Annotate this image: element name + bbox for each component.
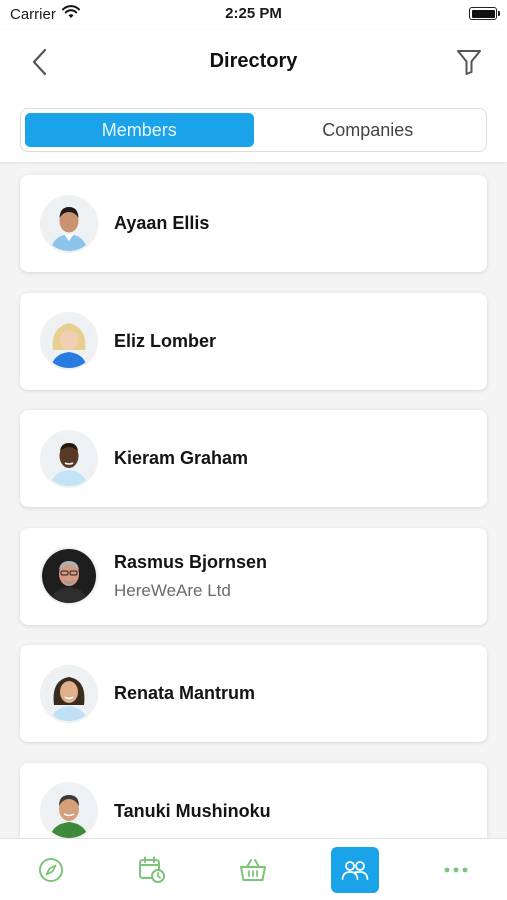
member-name: Eliz Lomber <box>114 330 217 351</box>
member-name: Rasmus Bjornsen <box>114 551 268 572</box>
avatar <box>40 194 98 253</box>
member-text: Eliz Lomber <box>114 293 216 390</box>
member-text: Kieram Graham <box>114 410 248 507</box>
people-icon <box>341 860 369 880</box>
battery-icon <box>469 7 500 20</box>
basket-icon <box>240 858 267 881</box>
member-text: Renata Mantrum <box>114 645 255 742</box>
avatar <box>40 782 98 840</box>
member-name: Tanuki Mushinoku <box>114 800 271 821</box>
member-card[interactable]: Rasmus Bjornsen HereWeAre Ltd <box>20 527 487 625</box>
status-bar: Carrier 2:25 PM <box>0 0 507 30</box>
member-card[interactable]: Eliz Lomber <box>20 292 487 390</box>
member-name: Kieram Graham <box>114 448 249 468</box>
member-name: Ayaan Ellis <box>114 213 210 233</box>
tab-bookings[interactable] <box>128 847 176 893</box>
segmented-control: Members Companies <box>20 108 487 152</box>
tab-companies[interactable]: Companies <box>254 113 483 147</box>
filter-button[interactable] <box>451 44 487 80</box>
tab-directory[interactable] <box>330 846 379 893</box>
header: Directory Members Companies <box>0 30 507 162</box>
compass-icon <box>38 857 63 882</box>
member-company: HereWeAre Ltd <box>114 580 231 600</box>
tab-explore[interactable] <box>27 847 75 893</box>
avatar <box>40 547 98 605</box>
tab-members[interactable]: Members <box>25 113 254 147</box>
calendar-clock-icon <box>139 856 166 883</box>
avatar <box>40 429 98 488</box>
member-card[interactable]: Renata Mantrum <box>20 645 487 742</box>
member-name: Renata Mantrum <box>114 683 256 703</box>
page-title: Directory <box>209 50 298 72</box>
bottom-tab-bar <box>0 838 507 900</box>
tab-shop[interactable] <box>229 847 277 893</box>
member-card[interactable]: Ayaan Ellis <box>20 175 487 272</box>
status-time: 2:25 PM <box>225 5 282 22</box>
member-text: Rasmus Bjornsen HereWeAre Ltd <box>114 528 267 625</box>
member-list: Ayaan Ellis Eliz Lomber Kieram Graham Ra… <box>20 175 487 880</box>
avatar <box>40 312 98 370</box>
tab-more[interactable] <box>432 847 480 893</box>
member-card[interactable]: Kieram Graham <box>20 410 487 507</box>
avatar <box>40 664 98 723</box>
filter-icon <box>457 50 481 75</box>
more-icon <box>444 867 468 872</box>
member-text: Ayaan Ellis <box>114 175 209 272</box>
